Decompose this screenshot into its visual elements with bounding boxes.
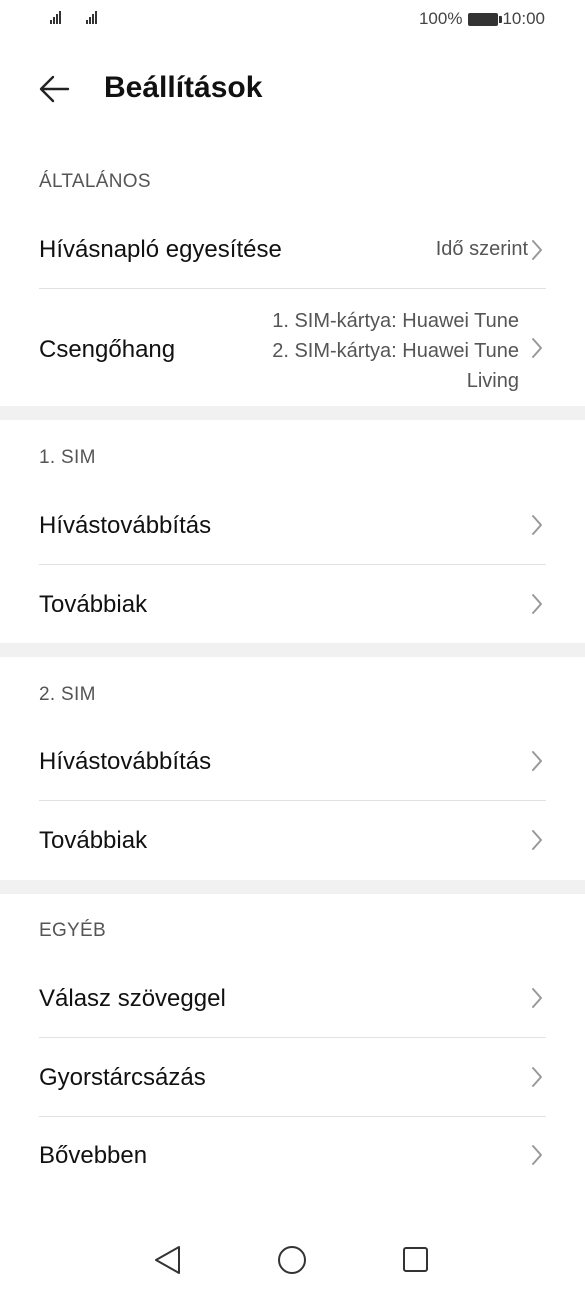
status-right: 100% 10:00 [419, 9, 545, 29]
more-info-row[interactable]: Bővebben [0, 1117, 585, 1195]
sim2-call-forwarding-label: Hívástovábbítás [39, 748, 212, 775]
navigation-bar [0, 1230, 585, 1290]
chevron-right-icon [532, 338, 542, 358]
section-separator [0, 406, 585, 420]
section-label-sim2: 2. SIM [39, 684, 96, 705]
quick-responses-row[interactable]: Válasz szöveggel [0, 960, 585, 1037]
chevron-right-icon [532, 751, 542, 771]
sim1-call-forwarding-row[interactable]: Hívástovábbítás [0, 487, 585, 564]
chevron-right-icon [532, 988, 542, 1008]
back-triangle-icon [155, 1246, 180, 1274]
section-separator [0, 643, 585, 657]
sim2-call-forwarding-row[interactable]: Hívástovábbítás [0, 723, 585, 800]
ringtone-value-sim1: 1. SIM-kártya: Huawei Tune [272, 310, 519, 332]
section-label-other: EGYÉB [39, 920, 106, 941]
clock: 10:00 [502, 9, 545, 28]
more-info-label: Bővebben [39, 1142, 148, 1169]
recents-square-icon [403, 1247, 428, 1272]
chevron-right-icon [532, 594, 542, 614]
sim2-more-row[interactable]: Továbbiak [0, 801, 585, 880]
call-log-merge-label: Hívásnapló egyesítése [39, 236, 282, 263]
back-button[interactable] [36, 68, 78, 110]
nav-back-button[interactable] [146, 1238, 190, 1282]
chevron-right-icon [532, 1067, 542, 1087]
sim1-more-label: Továbbiak [39, 591, 148, 618]
battery-percent: 100% [418, 9, 463, 28]
sim1-call-forwarding-label: Hívástovábbítás [39, 512, 212, 539]
ringtone-values: 1. SIM-kártya: Huawei Tune 2. SIM-kártya… [272, 306, 519, 396]
speed-dial-row[interactable]: Gyorstárcsázás [0, 1038, 585, 1116]
section-label-sim1: 1. SIM [39, 447, 96, 468]
section-label-general: ÁLTALÁNOS [39, 171, 151, 192]
ringtone-value-sim2-cont: Living [466, 370, 519, 392]
section-separator [0, 880, 585, 894]
app-header: Beállítások [0, 58, 585, 118]
ringtone-value-sim2: 2. SIM-kártya: Huawei Tune [272, 340, 519, 362]
call-log-merge-value: Idő szerint [435, 238, 528, 260]
signal-icon [86, 10, 97, 24]
signal-icon [50, 10, 61, 24]
quick-responses-label: Válasz szöveggel [39, 985, 226, 1012]
home-circle-icon [278, 1246, 306, 1274]
arrow-left-icon [39, 75, 70, 103]
chevron-right-icon [532, 515, 542, 535]
ringtone-label: Csengőhang [39, 336, 176, 363]
sim2-more-label: Továbbiak [39, 827, 148, 854]
nav-recents-button[interactable] [393, 1238, 437, 1282]
page-title: Beállítások [104, 71, 263, 104]
chevron-right-icon [532, 240, 542, 260]
chevron-right-icon [532, 1145, 542, 1165]
speed-dial-label: Gyorstárcsázás [39, 1064, 206, 1091]
nav-home-button[interactable] [270, 1238, 314, 1282]
chevron-right-icon [532, 830, 542, 850]
sim1-more-row[interactable]: Továbbiak [0, 565, 585, 643]
status-bar: 100% 10:00 [0, 0, 585, 40]
battery-icon [468, 12, 503, 26]
call-log-merge-row[interactable]: Hívásnapló egyesítése Idő szerint [0, 212, 585, 288]
